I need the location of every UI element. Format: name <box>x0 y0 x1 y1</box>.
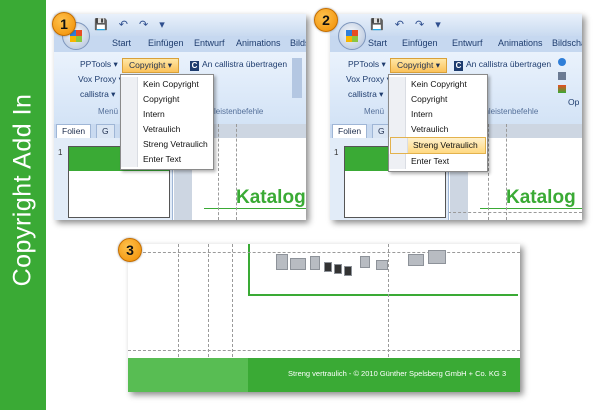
product-image <box>324 262 332 272</box>
tab-folien[interactable]: Folien <box>332 124 368 139</box>
menu-item-streng-vetraulich[interactable]: Streng Vetraulich <box>121 137 213 152</box>
callistra-icon: C <box>190 61 199 71</box>
product-image <box>276 254 288 270</box>
guide-line <box>218 124 219 220</box>
guide-line <box>236 124 237 220</box>
color-icon[interactable] <box>558 85 566 93</box>
slide-heading: Katalog <box>506 187 576 208</box>
callistra-menu[interactable]: callistra ▾ <box>348 89 383 100</box>
product-image <box>428 250 446 264</box>
product-image <box>360 256 370 268</box>
copyright-footer-text: Streng vertraulich - © 2010 Günther Spel… <box>288 369 500 378</box>
tab-einfuegen[interactable]: Einfügen <box>148 38 184 48</box>
menu-item-kein-copyright[interactable]: Kein Copyright <box>389 77 487 92</box>
menu-item-enter-text[interactable]: Enter Text <box>389 154 487 169</box>
product-image <box>334 264 342 274</box>
pptools-menu[interactable]: PPTools ▾ <box>80 59 118 70</box>
product-image <box>376 260 388 270</box>
office-logo-icon <box>346 30 358 42</box>
an-callistra-button[interactable]: C An callistra übertragen <box>454 59 551 71</box>
product-image <box>408 254 424 266</box>
group-caption-menue: Menü <box>98 107 119 116</box>
slide-footer-light <box>128 358 248 392</box>
step-badge-3: 3 <box>118 238 142 262</box>
tab-bildschirm[interactable]: Bildscha <box>552 38 582 48</box>
menu-item-copyright[interactable]: Copyright <box>389 92 487 107</box>
group-caption-leistenbefehle: enleistenbefehle <box>480 107 539 116</box>
save-undo-redo-icon[interactable]: 💾 ↶ ↷ ▾ <box>94 18 169 31</box>
help-icon[interactable] <box>558 58 566 66</box>
pptools-menu[interactable]: PPTools ▾ <box>348 59 386 70</box>
product-image <box>344 266 352 276</box>
menu-item-streng-vetraulich[interactable]: Streng Vetraulich <box>390 137 486 154</box>
voxproxy-menu[interactable]: Vox Proxy ▾ <box>78 74 123 85</box>
guide-line <box>448 212 582 213</box>
zoom-icon[interactable] <box>558 72 566 80</box>
copyright-dropdown-menu: Kein Copyright Copyright Intern Vetrauli… <box>120 74 214 170</box>
page-number: 3 <box>502 369 507 378</box>
office-button[interactable] <box>338 22 366 50</box>
copyright-dropdown-menu: Kein Copyright Copyright Intern Vetrauli… <box>388 74 488 172</box>
ribbon-tabs: Start Einfügen Entwurf Animations Bildsc… <box>330 36 582 52</box>
tab-animations[interactable]: Animations <box>498 38 543 48</box>
zoom-controls-icon[interactable] <box>292 58 302 98</box>
slide-number: 1 <box>334 148 339 157</box>
guide-line <box>488 124 489 220</box>
side-title: Copyright Add In <box>8 93 37 287</box>
tab-start[interactable]: Start <box>368 38 387 48</box>
slide-number: 1 <box>58 148 63 157</box>
tab-einfuegen[interactable]: Einfügen <box>402 38 438 48</box>
side-band: Copyright Add In <box>0 0 46 410</box>
slide-heading: Katalog <box>236 187 306 208</box>
step-badge-1: 1 <box>52 12 76 36</box>
menu-item-enter-text[interactable]: Enter Text <box>121 152 213 167</box>
quick-access-toolbar: 💾 ↶ ↷ ▾ <box>54 14 306 36</box>
menu-item-copyright[interactable]: Copyright <box>121 92 213 107</box>
menu-item-vetraulich[interactable]: Vetraulich <box>389 122 487 137</box>
callistra-icon: C <box>454 61 463 71</box>
tab-folien[interactable]: Folien <box>56 124 92 139</box>
ribbon-tabs: Start Einfügen Entwurf Animations Bildsc <box>54 36 306 52</box>
copyright-button[interactable]: Copyright ▾ <box>390 58 448 73</box>
voxproxy-menu[interactable]: Vox Proxy ▾ <box>346 74 391 85</box>
options-label[interactable]: Op <box>568 97 579 107</box>
tab-entwurf[interactable]: Entwurf <box>452 38 483 48</box>
product-image <box>290 258 306 270</box>
guide-line <box>506 124 507 220</box>
guide-line <box>128 350 520 351</box>
callistra-menu[interactable]: callistra ▾ <box>80 89 115 100</box>
menu-item-vetraulich[interactable]: Vetraulich <box>121 122 213 137</box>
an-callistra-button[interactable]: C An callistra übertragen <box>190 59 287 71</box>
guide-line <box>128 252 520 253</box>
menu-item-kein-copyright[interactable]: Kein Copyright <box>121 77 213 92</box>
screenshot-step-2: 💾 ↶ ↷ ▾ Start Einfügen Entwurf Animation… <box>330 14 582 220</box>
copyright-button[interactable]: Copyright ▾ <box>122 58 180 73</box>
slide-green-line <box>204 208 306 209</box>
group-caption-menue: Menü <box>364 107 385 116</box>
tab-gliederung[interactable]: G <box>96 124 115 139</box>
tab-animations[interactable]: Animations <box>236 38 281 48</box>
tab-entwurf[interactable]: Entwurf <box>194 38 225 48</box>
tab-start[interactable]: Start <box>112 38 131 48</box>
step-badge-2: 2 <box>314 8 338 32</box>
tab-bildschirm[interactable]: Bildsc <box>290 38 306 48</box>
product-image <box>310 256 320 270</box>
save-undo-redo-icon[interactable]: 💾 ↶ ↷ ▾ <box>370 18 445 31</box>
slide-green-line <box>480 208 582 209</box>
quick-access-toolbar: 💾 ↶ ↷ ▾ <box>330 14 582 36</box>
group-caption-leistenbefehle: leistenbefehle <box>214 107 264 116</box>
screenshot-step-1: 💾 ↶ ↷ ▾ Start Einfügen Entwurf Animation… <box>54 14 306 220</box>
screenshot-step-3: Streng vertraulich - © 2010 Günther Spel… <box>128 244 520 392</box>
menu-item-intern[interactable]: Intern <box>121 107 213 122</box>
menu-item-intern[interactable]: Intern <box>389 107 487 122</box>
